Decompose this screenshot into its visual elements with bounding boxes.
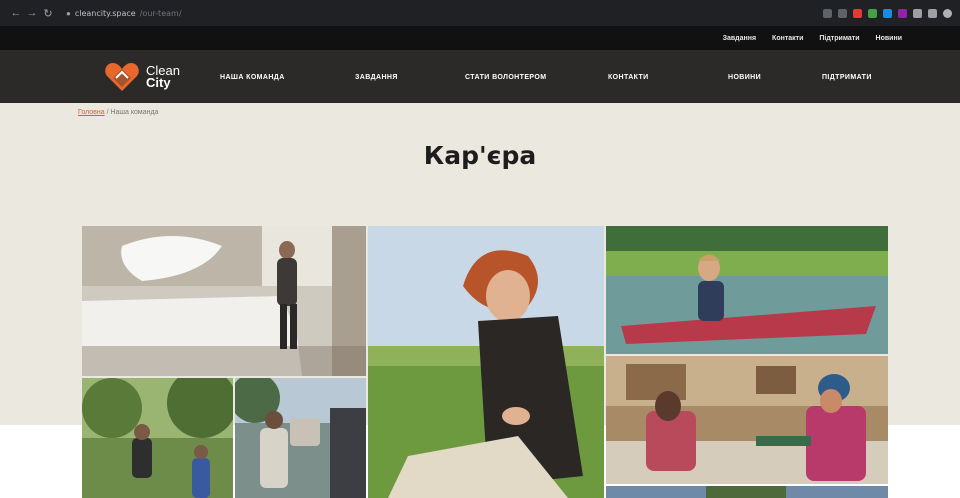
extension-purple-icon[interactable] — [898, 8, 907, 18]
address-bar[interactable]: ● cleancity.space /our-team/ — [62, 5, 252, 21]
share-icon[interactable] — [823, 8, 832, 18]
breadcrumb: Головна / Наша команда — [78, 109, 158, 116]
toplink-support[interactable]: Підтримати — [819, 35, 859, 42]
nav-become-volunteer[interactable]: СТАТИ ВОЛОНТЕРОМ — [465, 74, 546, 81]
breadcrumb-home-link[interactable]: Головна — [78, 109, 105, 116]
nav-contacts[interactable]: КОНТАКТИ — [608, 74, 649, 81]
main-navigation: Clean City НАША КОМАНДА ЗАВДАННЯ СТАТИ В… — [0, 50, 960, 103]
puzzle-icon[interactable] — [913, 8, 922, 18]
extension-green-icon[interactable] — [868, 8, 877, 18]
logo-line2: City — [146, 75, 171, 90]
photo-volunteer-sitting — [368, 226, 604, 498]
photo-bed-sheet — [82, 226, 366, 376]
photo-strip-bottom — [606, 486, 888, 498]
photo-office-handoff — [606, 356, 888, 484]
photo-volunteers-park — [82, 378, 233, 498]
extension-red-icon[interactable] — [853, 8, 862, 18]
extension-icons — [823, 8, 952, 18]
logo-text: Clean City — [146, 64, 180, 90]
browser-toolbar: ← → ↻ ● cleancity.space /our-team/ — [0, 0, 960, 26]
nav-support[interactable]: ПІДТРИМАТИ — [822, 74, 872, 81]
toplink-contacts[interactable]: Контакти — [772, 35, 803, 42]
toplink-tasks[interactable]: Завдання — [723, 35, 756, 42]
back-arrow-icon[interactable]: ← — [8, 7, 24, 19]
reload-icon[interactable]: ↻ — [40, 7, 56, 20]
photo-kayak — [606, 226, 888, 354]
nav-news[interactable]: НОВИНИ — [728, 74, 761, 81]
extension-blue-icon[interactable] — [883, 8, 892, 18]
url-path: /our-team/ — [139, 8, 182, 18]
heart-logo-icon — [105, 63, 139, 91]
star-icon[interactable] — [838, 8, 847, 18]
nav-our-team[interactable]: НАША КОМАНДА — [220, 74, 285, 81]
page-title: Кар'єра — [423, 141, 537, 170]
nav-tasks[interactable]: ЗАВДАННЯ — [355, 74, 398, 81]
top-utility-bar: Завдання Контакти Підтримати Новини — [0, 26, 960, 50]
breadcrumb-current: Наша команда — [110, 109, 159, 116]
photo-cleanup-bag — [235, 378, 366, 498]
breadcrumb-separator: / — [106, 109, 109, 116]
lock-icon: ● — [66, 8, 71, 18]
sidebar-icon[interactable] — [928, 8, 937, 18]
forward-arrow-icon[interactable]: → — [24, 7, 40, 19]
toplink-news[interactable]: Новини — [876, 35, 902, 42]
site-logo[interactable]: Clean City — [104, 61, 180, 93]
url-domain: cleancity.space — [74, 8, 136, 18]
profile-avatar[interactable] — [943, 8, 952, 18]
